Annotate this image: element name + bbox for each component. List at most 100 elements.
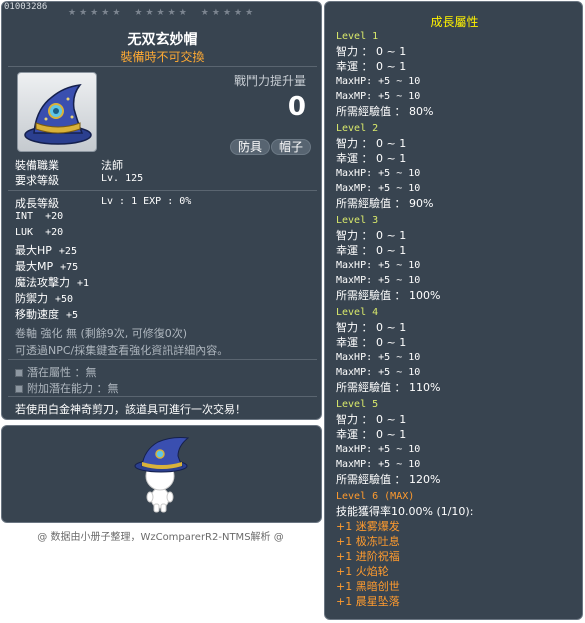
bonus-potential-label: 附加潛在能力	[27, 382, 93, 395]
level-exp-line: 所需經驗值 ： 90%	[336, 197, 434, 210]
stat-value: +75	[60, 262, 79, 273]
skill-item: +1 进阶祝福	[336, 550, 400, 563]
character-preview	[1, 425, 322, 523]
level-exp-line: 所需經驗值 ： 100%	[336, 289, 441, 302]
required-level-label: 要求等級	[15, 174, 59, 187]
required-level-value: Lv. 125	[101, 173, 144, 184]
stat-row: 移動速度 +5	[15, 306, 78, 322]
star-icon: ★	[167, 8, 176, 18]
divider	[8, 66, 317, 67]
tag-armor: 防具	[230, 139, 271, 155]
level-stat-line: MaxMP: +5 ~ 10	[336, 91, 421, 102]
growth-level-value: Lv : 1 EXP : 0%	[101, 196, 192, 207]
job-row: 裝備職業 法師	[15, 157, 123, 173]
job-label: 裝備職業	[15, 159, 59, 172]
star-icon: ★	[178, 8, 187, 18]
level-stat-line: MaxHP: +5 ~ 10	[336, 260, 421, 271]
stat-row: LUK +20	[15, 227, 63, 238]
star-icon: ★	[156, 8, 165, 18]
bonus-potential-lock-icon	[15, 385, 23, 393]
level-stat-line: 幸運 ： 0 ~ 1	[336, 60, 407, 73]
growth-attributes-panel: 成長屬性 Level 1 智力 ： 0 ~ 1 幸運 ： 0 ~ 1 MaxHP…	[324, 1, 583, 620]
stat-name: 最大HP	[15, 244, 52, 257]
stat-value: +20	[45, 211, 64, 222]
item-title: 无双玄妙帽	[127, 32, 198, 48]
level-label: Level 5	[336, 399, 379, 410]
stat-name: 魔法攻擊力	[15, 276, 70, 289]
star-icon: ★	[101, 8, 110, 18]
stat-name: INT	[15, 211, 34, 222]
power-increase-value: 0	[287, 92, 306, 122]
stat-row: 防禦力 +50	[15, 290, 73, 306]
bonus-potential-row: 附加潛在能力 ：無	[15, 380, 119, 396]
power-increase-label: 戰鬥力提升量	[233, 74, 306, 88]
stat-name: 防禦力	[15, 292, 48, 305]
skill-rate: 技能獲得率10.00% (1/10):	[336, 505, 474, 518]
level-stat-line: 幸運 ： 0 ~ 1	[336, 244, 407, 257]
stat-row: INT +20	[15, 211, 63, 222]
level-label: Level 1	[336, 31, 379, 42]
level-exp-line: 所需經驗值 ： 120%	[336, 473, 441, 486]
skill-item: +1 火焰轮	[336, 565, 389, 578]
level-label: Level 3	[336, 215, 379, 226]
divider	[8, 359, 317, 360]
job-value: 法師	[101, 159, 123, 172]
star-icon: ★	[90, 8, 99, 18]
potential-row: 潛在屬性 ：無	[15, 364, 97, 380]
star-icon: ★	[200, 8, 209, 18]
level-label: Level 2	[336, 123, 379, 134]
stat-name: 最大MP	[15, 260, 54, 273]
level-stat-line: MaxHP: +5 ~ 10	[336, 168, 421, 179]
level-stat-line: 智力 ： 0 ~ 1	[336, 413, 407, 426]
level-stat-line: MaxMP: +5 ~ 10	[336, 275, 421, 286]
skill-item: +1 晨星坠落	[336, 595, 400, 608]
growth-title: 成長屬性	[430, 15, 479, 29]
level-exp-line: 所需經驗值 ： 110%	[336, 381, 441, 394]
skill-item: +1 黑暗创世	[336, 580, 400, 593]
stat-row: 最大MP +75	[15, 258, 78, 274]
star-icon: ★	[134, 8, 143, 18]
star-force-row: ★ ★ ★ ★ ★ ★ ★ ★ ★ ★ ★ ★ ★ ★ ★	[68, 9, 253, 18]
star-icon: ★	[234, 8, 243, 18]
level-stat-line: MaxHP: +5 ~ 10	[336, 444, 421, 455]
trade-restriction: 裝備時不可交換	[120, 50, 205, 64]
star-icon: ★	[145, 8, 154, 18]
upgrade-hint: 可透過NPC/採集鍵查看強化資訊詳細內容。	[15, 344, 229, 357]
upgrade-info: 卷軸 強化 無 (剩餘9次, 可修復0次)	[15, 327, 188, 340]
data-credit: @ 数据由小册子整理，WzComparerR2-NTMS解析 @	[37, 532, 284, 543]
stat-row: 最大HP +25	[15, 242, 77, 258]
level-stat-line: MaxMP: +5 ~ 10	[336, 367, 421, 378]
stat-value: +5	[66, 310, 79, 321]
character-avatar-icon	[134, 437, 190, 513]
potential-lock-icon	[15, 369, 23, 377]
level-stat-line: 智力 ： 0 ~ 1	[336, 137, 407, 150]
level-label: Level 4	[336, 307, 379, 318]
divider	[8, 190, 317, 191]
level-stat-line: 智力 ： 0 ~ 1	[336, 229, 407, 242]
star-icon: ★	[211, 8, 220, 18]
item-tooltip: 01003286 ★ ★ ★ ★ ★ ★ ★ ★ ★ ★ ★ ★ ★ ★ ★ 无双玄妙帽 裝備時不可交換…	[1, 1, 322, 420]
tag-hat: 帽子	[271, 139, 312, 155]
stat-value: +50	[55, 294, 74, 305]
level-exp-line: 所需經驗值 ： 80%	[336, 105, 434, 118]
level-stat-line: 幸運 ： 0 ~ 1	[336, 428, 407, 441]
level-stat-line: 幸運 ： 0 ~ 1	[336, 152, 407, 165]
level-stat-line: 智力 ： 0 ~ 1	[336, 321, 407, 334]
star-icon: ★	[245, 8, 254, 18]
level-stat-line: MaxHP: +5 ~ 10	[336, 352, 421, 363]
level-stat-line: 智力 ： 0 ~ 1	[336, 45, 407, 58]
growth-level-row: 成長等級 Lv : 1 EXP : 0%	[15, 195, 191, 211]
item-code: 01003286	[4, 2, 48, 12]
star-icon: ★	[68, 8, 77, 18]
potential-label: 潛在屬性	[27, 366, 71, 379]
bonus-potential-value: ：無	[96, 382, 119, 395]
stat-value: +20	[45, 227, 64, 238]
item-icon-frame	[17, 72, 97, 152]
skill-item: +1 极冻吐息	[336, 535, 400, 548]
level-stat-line: MaxMP: +5 ~ 10	[336, 183, 421, 194]
wizard-hat-icon	[24, 84, 92, 145]
star-icon: ★	[79, 8, 88, 18]
growth-level-label: 成長等級	[15, 197, 59, 210]
stat-name: LUK	[15, 227, 34, 238]
trade-note: 若使用白金神奇剪刀，該道具可進行一次交易！	[15, 403, 246, 416]
